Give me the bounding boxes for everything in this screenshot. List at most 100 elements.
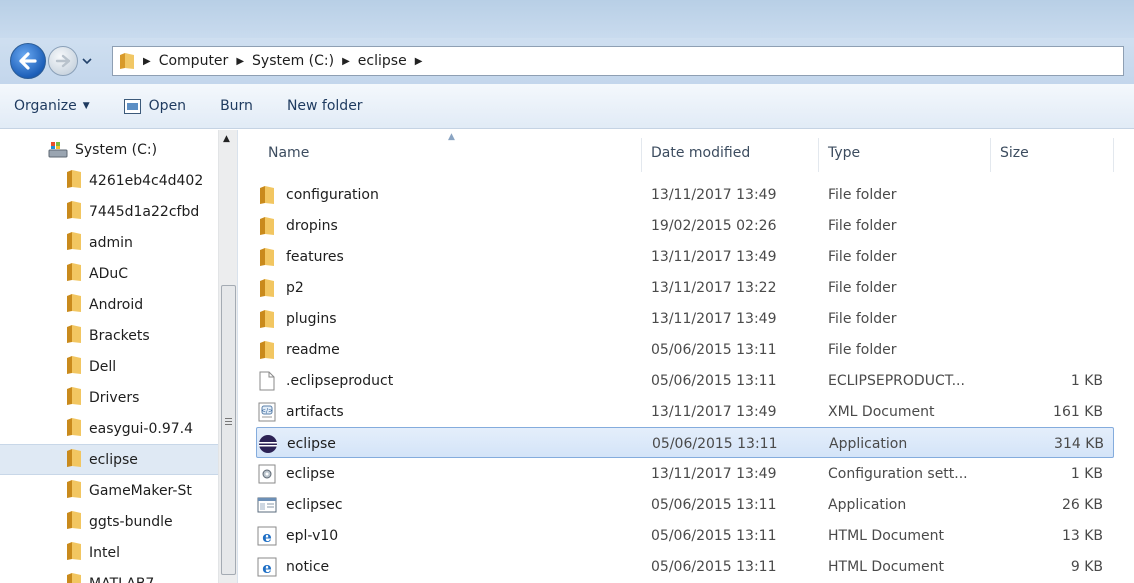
- column-header-date[interactable]: Date modified: [651, 130, 750, 175]
- forward-button[interactable]: [48, 46, 78, 76]
- breadcrumb-item-eclipse[interactable]: eclipse: [358, 53, 407, 69]
- sidebar-item-label: 7445d1a22cfbd: [89, 203, 200, 220]
- new-folder-label: New folder: [286, 98, 363, 114]
- drive-icon: [48, 141, 68, 157]
- scrollbar-thumb[interactable]: [221, 285, 236, 575]
- file-type: Configuration sett...: [828, 465, 968, 482]
- column-header-size[interactable]: Size: [1000, 130, 1029, 175]
- sidebar-item-eclipse[interactable]: eclipse: [0, 444, 218, 475]
- file-type: XML Document: [828, 403, 935, 420]
- file-name: epl-v10: [286, 527, 339, 544]
- file-row[interactable]: eclipse 13/11/2017 13:49 Configuration set…: [256, 458, 1114, 489]
- file-name: configuration: [286, 186, 379, 203]
- file-row[interactable]: .eclipseproduct 05/06/2015 13:11 ECLIPSEPR…: [256, 365, 1114, 396]
- sidebar-item-intel[interactable]: Intel: [0, 537, 218, 568]
- command-bar: Organize ▼ Open Burn New folder: [0, 84, 1134, 129]
- file-size: [1008, 272, 1103, 303]
- file-date: 19/02/2015 02:26: [651, 217, 777, 234]
- file-row[interactable]: e notice 05/06/2015 13:11 HTML Document 9 KB: [256, 551, 1114, 582]
- file-row[interactable]: p2 13/11/2017 13:22 File folder: [256, 272, 1114, 303]
- file-name: p2: [286, 279, 304, 296]
- open-button[interactable]: Open: [123, 98, 186, 114]
- breadcrumb-item-computer[interactable]: Computer: [159, 53, 229, 69]
- column-header-name[interactable]: Name: [268, 130, 309, 175]
- sidebar-item-7445d1a22cfbd[interactable]: 7445d1a22cfbd: [0, 196, 218, 227]
- file-row[interactable]: plugins 13/11/2017 13:49 File folder: [256, 303, 1114, 334]
- breadcrumb-arrow-icon[interactable]: ▶: [342, 56, 350, 67]
- html-file-icon: e: [256, 526, 278, 546]
- file-name: eclipse: [287, 435, 336, 452]
- file-row[interactable]: eclipsec 05/06/2015 13:11 Application 26 KB: [256, 489, 1114, 520]
- sidebar-item-label: 4261eb4c4d402: [89, 172, 204, 189]
- new-folder-button[interactable]: New folder: [287, 98, 363, 114]
- back-button[interactable]: [10, 43, 46, 79]
- file-row[interactable]: </> artifacts 13/11/2017 13:49 XML Document…: [256, 396, 1114, 427]
- sidebar-item-matlab7[interactable]: MATLAB7: [0, 568, 218, 583]
- file-size: 9 KB: [1070, 558, 1103, 575]
- file-name: dropins: [286, 217, 338, 234]
- eclipse-app-icon: [257, 434, 279, 454]
- column-divider[interactable]: [1113, 138, 1114, 172]
- column-divider[interactable]: [990, 138, 991, 172]
- file-row[interactable]: eclipse 05/06/2015 13:11 Application 314 KB: [256, 427, 1114, 458]
- blank-file-icon: [256, 371, 278, 391]
- sidebar-item-drivers[interactable]: Drivers: [0, 382, 218, 413]
- svg-text:e: e: [262, 559, 272, 577]
- file-name: plugins: [286, 310, 337, 327]
- folder-icon: [66, 355, 82, 379]
- file-size: 26 KB: [1061, 496, 1103, 513]
- file-name-cell: .eclipseproduct: [256, 365, 636, 396]
- file-row[interactable]: configuration 13/11/2017 13:49 File folder: [256, 179, 1114, 210]
- sidebar-item-system-c[interactable]: System (C:): [0, 134, 218, 165]
- window-titlebar: [0, 0, 1134, 38]
- breadcrumb: ▶ Computer ▶ System (C:) ▶ eclipse ▶: [143, 53, 430, 69]
- breadcrumb-arrow-icon[interactable]: ▶: [415, 56, 423, 67]
- address-bar[interactable]: ▶ Computer ▶ System (C:) ▶ eclipse ▶: [112, 46, 1124, 76]
- html-file-icon: e: [256, 557, 278, 577]
- file-name: notice: [286, 558, 330, 575]
- folder-icon: [66, 417, 82, 441]
- file-date: 13/11/2017 13:22: [651, 279, 777, 296]
- organize-button[interactable]: Organize ▼: [14, 98, 90, 114]
- sidebar-item-admin[interactable]: admin: [0, 227, 218, 258]
- sidebar-item-brackets[interactable]: Brackets: [0, 320, 218, 351]
- breadcrumb-arrow-icon[interactable]: ▶: [143, 56, 151, 67]
- column-divider[interactable]: [818, 138, 819, 172]
- scroll-up-arrow-icon[interactable]: ▲: [223, 134, 230, 144]
- recent-locations-dropdown[interactable]: [80, 53, 94, 69]
- folder-icon: [66, 572, 82, 583]
- column-divider[interactable]: [641, 138, 642, 172]
- sidebar-item-4261eb4c4d402[interactable]: 4261eb4c4d402: [0, 165, 218, 196]
- file-name-cell: features: [256, 241, 636, 272]
- sidebar-item-label: System (C:): [75, 141, 158, 158]
- file-name-cell: eclipse: [256, 458, 636, 489]
- sidebar-item-dell[interactable]: Dell: [0, 351, 218, 382]
- column-header-type[interactable]: Type: [828, 130, 860, 175]
- file-name-cell: dropins: [256, 210, 636, 241]
- file-type: File folder: [828, 186, 897, 203]
- organize-label: Organize: [14, 98, 77, 114]
- breadcrumb-arrow-icon[interactable]: ▶: [236, 56, 244, 67]
- column-header-label: Type: [828, 144, 861, 161]
- file-type: File folder: [828, 279, 897, 296]
- sidebar-item-label: Intel: [89, 544, 120, 561]
- sidebar-item-ggts-bundle[interactable]: ggts-bundle: [0, 506, 218, 537]
- file-name: eclipsec: [286, 496, 343, 513]
- sidebar-item-aduc[interactable]: ADuC: [0, 258, 218, 289]
- file-row[interactable]: readme 05/06/2015 13:11 File folder: [256, 334, 1114, 365]
- folder-icon: [66, 324, 82, 348]
- file-row[interactable]: features 13/11/2017 13:49 File folder: [256, 241, 1114, 272]
- file-size: 314 KB: [1054, 435, 1104, 452]
- folder-icon: [66, 231, 82, 255]
- sidebar-item-gamemaker-st[interactable]: GameMaker-St: [0, 475, 218, 506]
- breadcrumb-item-system-c[interactable]: System (C:): [252, 53, 334, 69]
- file-row[interactable]: dropins 19/02/2015 02:26 File folder: [256, 210, 1114, 241]
- file-name: artifacts: [286, 403, 344, 420]
- sidebar-item-easygui-0-97-4[interactable]: easygui-0.97.4: [0, 413, 218, 444]
- folder-icon: [256, 185, 278, 205]
- file-size: [1008, 210, 1103, 241]
- navigation-scrollbar[interactable]: ▲: [218, 130, 237, 583]
- sidebar-item-android[interactable]: Android: [0, 289, 218, 320]
- burn-button[interactable]: Burn: [220, 98, 253, 114]
- file-row[interactable]: e epl-v10 05/06/2015 13:11 HTML Document 13 …: [256, 520, 1114, 551]
